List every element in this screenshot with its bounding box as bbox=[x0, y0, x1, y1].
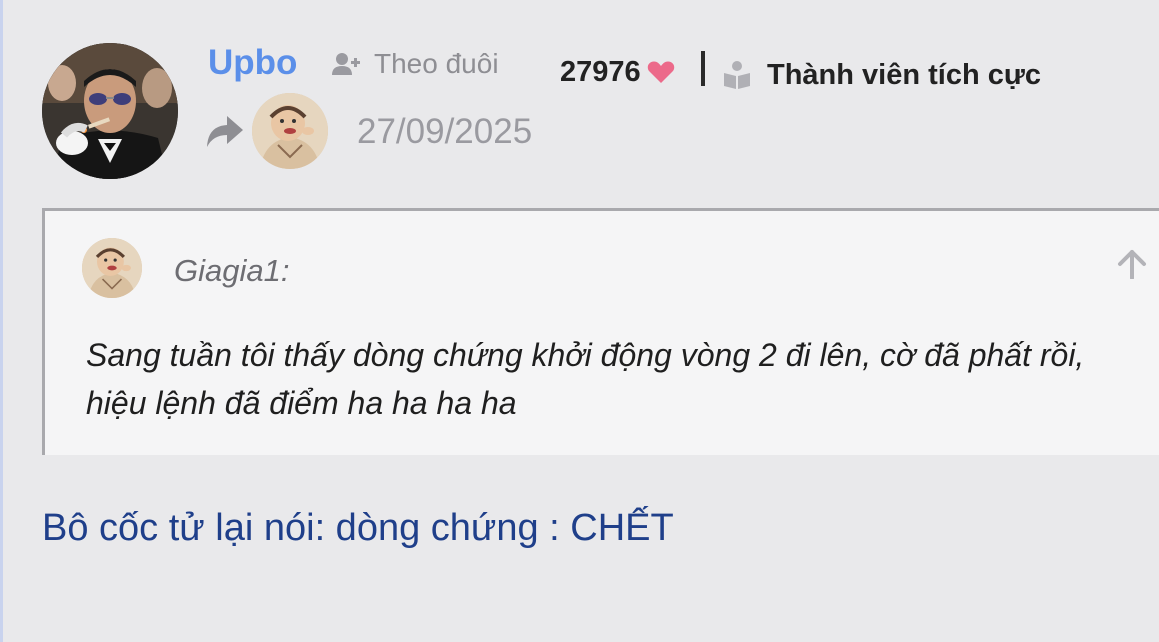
author-name[interactable]: Upbo bbox=[208, 41, 297, 85]
quote-text: Sang tuần tôi thấy dòng chứng khởi động … bbox=[86, 337, 1085, 421]
header-divider bbox=[701, 51, 705, 86]
heart-icon bbox=[647, 60, 675, 84]
follow-label: Theo đuôi bbox=[374, 48, 499, 79]
rank-label: Thành viên tích cực bbox=[767, 59, 1041, 91]
quote-block: Giagia1: Sang tuần tôi thấy dòng chứng k… bbox=[42, 208, 1159, 455]
score: 27976 bbox=[560, 52, 675, 92]
shared-from-avatar[interactable] bbox=[252, 93, 328, 169]
shared-from-avatar-image bbox=[252, 93, 328, 169]
post-date: 27/09/2025 bbox=[357, 112, 533, 151]
share-arrow-icon[interactable] bbox=[205, 113, 245, 149]
quote-author-avatar[interactable] bbox=[82, 238, 142, 298]
book-reader-icon bbox=[723, 60, 751, 90]
user-plus-icon bbox=[332, 52, 360, 76]
left-rail bbox=[0, 0, 3, 642]
quote-author-name[interactable]: Giagia1: bbox=[174, 251, 289, 291]
score-value: 27976 bbox=[560, 56, 641, 88]
arrow-up-icon[interactable] bbox=[1117, 249, 1147, 279]
author-avatar[interactable] bbox=[42, 43, 178, 179]
reply-text: Bô cốc tử lại nói: dòng chứng : CHẾT bbox=[42, 507, 674, 549]
follow-button[interactable]: Theo đuôi bbox=[332, 46, 499, 82]
quote-author-avatar-image bbox=[82, 238, 142, 298]
author-avatar-image bbox=[42, 43, 178, 179]
rank: Thành viên tích cực bbox=[723, 55, 1041, 95]
